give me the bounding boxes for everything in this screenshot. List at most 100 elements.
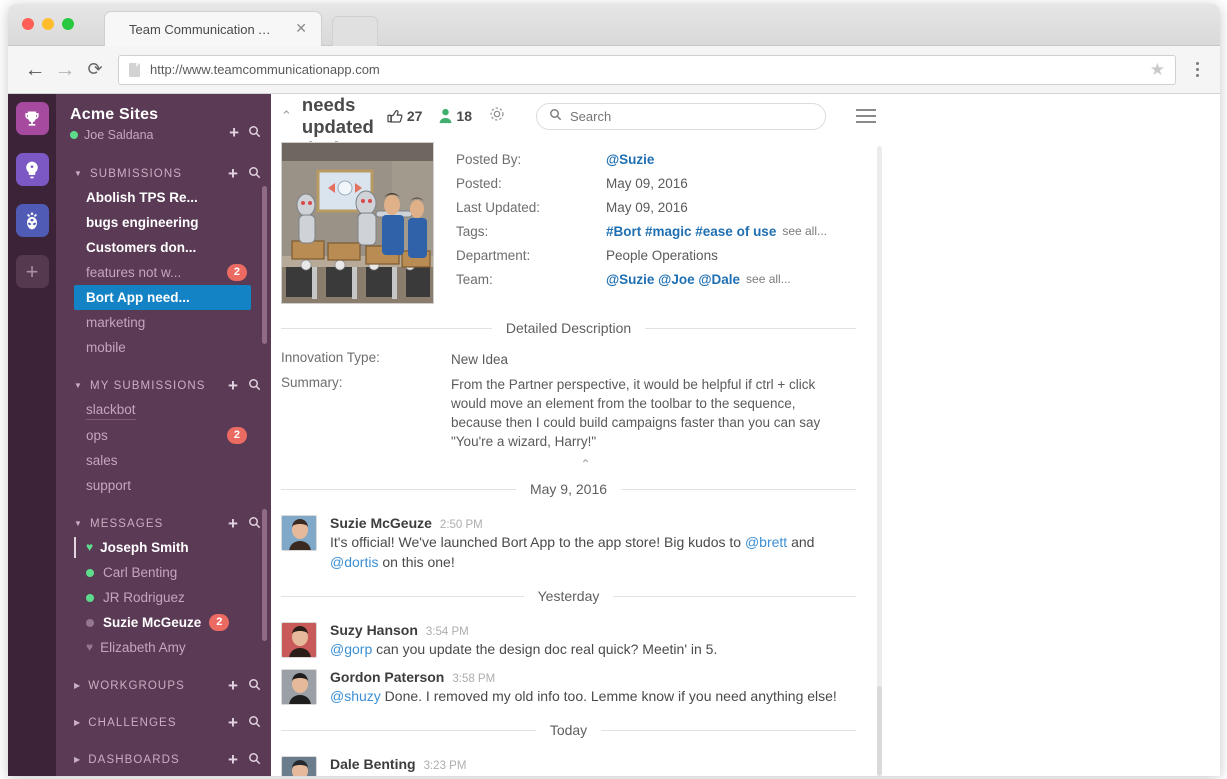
sidebar-item-abolish-tps-re[interactable]: Abolish TPS Re... [56,185,271,210]
sidebar-section-header[interactable]: ▶ CHALLENGES + [56,711,271,734]
message-author[interactable]: Gordon Paterson [330,669,444,685]
content-scrollbar-track[interactable] [877,146,882,716]
sidebar-item-sales[interactable]: sales [56,448,271,473]
plus-icon[interactable]: + [228,751,239,768]
sidebar-item-label: Joseph Smith [100,540,189,555]
search-icon[interactable] [248,516,261,531]
sidebar-item-bugs-engineering[interactable]: bugs engineering [56,210,271,235]
avatar[interactable] [281,515,317,551]
sidebar-item-label: support [86,478,132,493]
search-icon[interactable] [248,752,261,767]
sidebar-item-elizabeth-amy[interactable]: ♥ Elizabeth Amy [56,635,271,660]
search-box[interactable] [536,102,826,130]
plus-icon[interactable]: + [228,714,239,731]
mention-link[interactable]: @brett [745,534,787,550]
sidebar-section-header[interactable]: ▶ WORKGROUPS + [56,674,271,697]
sidebar-item-label: ops [86,428,108,443]
plus-icon[interactable]: + [228,677,239,694]
post-meta-value[interactable]: @Suzie @Joe @Dale [606,272,740,287]
message-item: Dale Benting 3:23 PMAlright crew, I have … [281,752,890,776]
search-icon[interactable] [248,678,261,693]
close-icon[interactable]: ✕ [295,21,307,35]
sidebar-section-header[interactable]: ▶ DASHBOARDS + [56,748,271,771]
mention-link[interactable]: @gorp [330,641,372,657]
plus-icon[interactable]: + [229,124,239,141]
search-icon[interactable] [248,715,261,730]
sidebar-item-label: marketing [86,315,146,330]
plus-icon[interactable]: + [228,377,239,394]
presence-online-icon [86,568,94,577]
sidebar-item-bort-app-need[interactable]: Bort App need... [74,285,251,310]
search-icon[interactable] [248,378,261,393]
plus-icon[interactable]: + [228,165,239,182]
pineapple-icon[interactable] [15,204,49,237]
reload-icon[interactable]: ⟳ [80,55,110,85]
avatar[interactable] [281,669,317,705]
search-icon[interactable] [248,125,261,140]
gear-icon[interactable] [488,105,506,128]
window-controls [22,18,74,30]
back-icon[interactable]: ← [20,55,50,85]
minimize-window-button[interactable] [42,18,54,30]
sidebar-section-header[interactable]: ▼ MESSAGES + [56,512,271,535]
sidebar-item-suzie-mcgeuze[interactable]: Suzie McGeuze 2 [56,610,271,635]
sidebar-scrollbar-messages[interactable] [262,509,267,641]
sidebar-section-header[interactable]: ▼ SUBMISSIONS + [56,162,271,185]
sidebar-item-customers-don[interactable]: Customers don... [56,235,271,260]
trophy-icon[interactable] [15,102,49,135]
lightbulb-icon[interactable] [15,153,49,186]
add-workspace-icon[interactable]: + [15,255,49,288]
search-icon [549,108,562,124]
chevron-up-icon[interactable]: ⌃ [281,457,890,471]
avatar[interactable] [281,756,317,776]
sidebar-section-submissions: ▼ SUBMISSIONS + Abolish TPS Re... bugs engin… [56,162,271,360]
menu-icon[interactable] [856,109,876,123]
post-meta-row: Team: @Suzie @Joe @Dale see all... [456,272,890,287]
sidebar-section-label: WORKGROUPS [88,679,185,692]
see-all-link[interactable]: see all... [746,272,791,287]
sidebar-item-features-not-w[interactable]: features not w... 2 [56,260,271,285]
people-stat[interactable]: 18 [438,108,472,124]
mention-link[interactable]: @shuzy [330,688,381,704]
browser-tab-title: Team Communication App [129,21,279,37]
sidebar-scrollbar-submissions[interactable] [262,186,267,344]
sidebar-item-jr-rodriguez[interactable]: JR Rodriguez [56,585,271,610]
sidebar-item-label: Carl Benting [103,565,178,580]
message-author[interactable]: Suzy Hanson [330,622,418,638]
sidebar-item-label: Abolish TPS Re... [86,190,198,205]
sidebar-section-label: CHALLENGES [88,716,177,729]
sidebar-item-mobile[interactable]: mobile [56,335,271,360]
browser-tab[interactable]: Team Communication App ✕ [104,11,322,46]
post-metadata: Posted By: @Suzie Posted: May 09, 2016 Last … [456,142,890,304]
message-text: Alright crew, I have some extremely impo… [330,773,856,776]
sidebar-item-slackbot[interactable]: slackbot [56,397,271,423]
sidebar-item-carl-benting[interactable]: Carl Benting [56,560,271,585]
sidebar-section-header[interactable]: ▼ MY SUBMISSIONS + [56,374,271,397]
see-all-link[interactable]: see all... [782,224,827,239]
sidebar-item-marketing[interactable]: marketing [56,310,271,335]
close-window-button[interactable] [22,18,34,30]
new-tab-button[interactable] [332,16,378,46]
bookmark-star-icon[interactable]: ★ [1150,60,1165,80]
message-author[interactable]: Suzie McGeuze [330,515,432,531]
sidebar-item-ops[interactable]: ops 2 [56,423,271,448]
maximize-window-button[interactable] [62,18,74,30]
avatar[interactable] [281,622,317,658]
address-bar[interactable]: http://www.teamcommunicationapp.com ★ [118,54,1176,85]
sidebar-item-support[interactable]: support [56,473,271,498]
search-input[interactable] [570,108,813,124]
message-author[interactable]: Dale Benting [330,756,416,772]
likes-stat[interactable]: 27 [387,108,422,124]
plus-icon[interactable]: + [228,515,239,532]
post-meta-value[interactable]: #Bort #magic #ease of use [606,224,776,239]
message-timestamp: 2:50 PM [439,519,483,531]
browser-menu-icon[interactable] [1186,62,1208,77]
content-scrollbar-thumb[interactable] [877,686,882,776]
post-meta-value[interactable]: @Suzie [606,152,654,167]
message-item: Suzie McGeuze 2:50 PM It's official! We've… [281,511,890,578]
sidebar-item-joseph-smith[interactable]: ♥ Joseph Smith [56,535,271,560]
search-icon[interactable] [248,166,261,181]
mention-link[interactable]: @dortis [330,554,378,570]
forward-icon[interactable]: → [50,55,80,85]
chevron-up-icon[interactable]: ⌃ [281,108,292,124]
